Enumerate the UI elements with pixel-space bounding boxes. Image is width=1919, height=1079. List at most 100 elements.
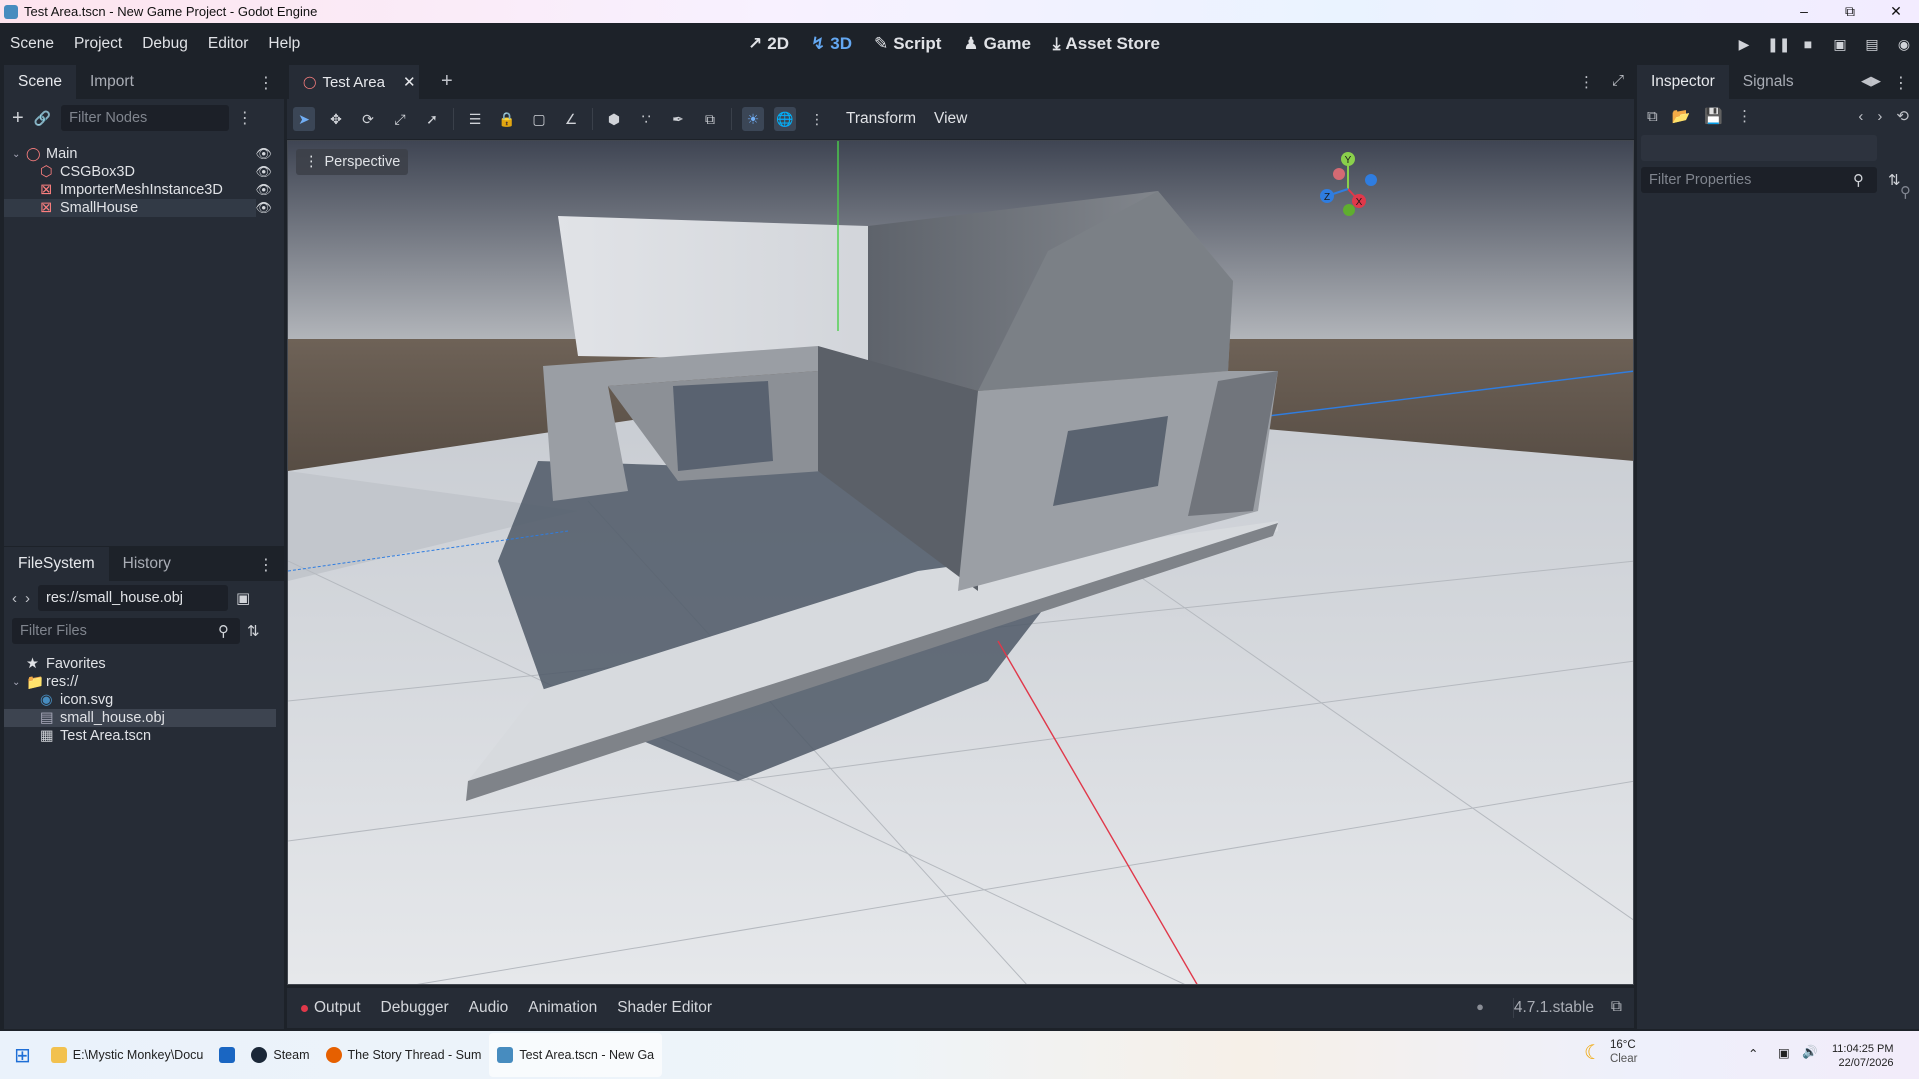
tab-filesystem[interactable]: FileSystem [4, 547, 109, 581]
view-gizmo[interactable]: Y X Z [1318, 151, 1388, 221]
visibility-eye-icon[interactable]: 👁 [255, 164, 272, 180]
new-tab-icon[interactable]: + [441, 70, 453, 93]
visibility-eye-icon[interactable]: 👁 [255, 200, 272, 216]
group-icon[interactable]: ▢ [528, 107, 550, 131]
filter-nodes-input[interactable]: Filter Nodes [61, 105, 230, 131]
tree-node-importer-mesh[interactable]: ⊠ ImporterMeshInstance3D 👁 [4, 181, 284, 199]
tab-audio[interactable]: Audio [469, 999, 509, 1017]
taskbar-firefox[interactable]: The Story Thread - Sum [318, 1033, 490, 1077]
scene-options-icon[interactable]: ⋮ [237, 108, 253, 128]
fs-item-favorites[interactable]: ★ Favorites [4, 655, 284, 673]
tab-signals[interactable]: Signals [1729, 65, 1808, 99]
run-current-scene-icon[interactable]: ▣ [1831, 36, 1849, 53]
menu-debug[interactable]: Debug [132, 35, 198, 53]
visibility-eye-icon[interactable]: 👁 [255, 182, 272, 198]
3d-viewport[interactable]: ⋮ Perspective Y X Z [287, 140, 1634, 985]
transform-menu[interactable]: Transform [846, 110, 916, 128]
menu-help[interactable]: Help [258, 35, 310, 53]
taskbar-steam[interactable]: Steam [243, 1033, 317, 1077]
menu-editor[interactable]: Editor [198, 35, 259, 53]
tab-shader-editor[interactable]: Shader Editor [617, 999, 712, 1017]
filter-properties-input[interactable]: Filter Properties [1641, 167, 1877, 193]
brush-icon[interactable]: ✒ [667, 107, 689, 131]
viewport-options-icon[interactable]: ⋮ [806, 107, 828, 131]
new-resource-icon[interactable]: ⧉ [1647, 108, 1658, 125]
fs-item-res-root[interactable]: ⌄ 📁 res:// [4, 673, 284, 691]
play-icon[interactable]: ▶ [1735, 36, 1753, 53]
fs-item-test-area-tscn[interactable]: ▦ Test Area.tscn [4, 727, 284, 745]
angle-icon[interactable]: ∠ [560, 107, 582, 131]
back-icon[interactable]: ‹ [12, 590, 17, 607]
tab-output[interactable]: Output [301, 999, 361, 1017]
history-back-icon[interactable]: ‹ [1858, 108, 1863, 125]
list-select-icon[interactable]: ➚ [421, 107, 443, 131]
tab-test-area[interactable]: ◯ Test Area ✕ [289, 65, 419, 99]
resource-options-icon[interactable]: ⋮ [1737, 107, 1752, 125]
save-resource-icon[interactable]: 💾 [1704, 107, 1723, 125]
tab-history[interactable]: History [109, 547, 185, 581]
sort-icon[interactable]: ⇅ [247, 622, 260, 640]
layout-toggle-icon[interactable]: ◀▶ [1861, 73, 1881, 89]
dock-menu-icon[interactable]: ⋮ [258, 555, 274, 575]
close-window-button[interactable]: ✕ [1873, 0, 1919, 23]
fs-item-small-house-obj[interactable]: ▤ small_house.obj [4, 709, 276, 727]
clock[interactable]: 11:04:25 PM 22/07/2026 [1832, 1042, 1894, 1070]
rotate-mode-icon[interactable]: ⟳ [357, 107, 379, 131]
snap-icon[interactable]: ∵ [635, 107, 657, 131]
dock-menu-icon[interactable]: ⋮ [1893, 73, 1909, 93]
mode-script-button[interactable]: ✎ Script [874, 34, 941, 54]
object-history-icon[interactable]: ⟲ [1896, 107, 1909, 125]
taskbar-outlook[interactable] [211, 1033, 243, 1077]
visibility-eye-icon[interactable]: 👁 [255, 146, 272, 162]
minimize-button[interactable]: – [1781, 0, 1827, 23]
run-custom-scene-icon[interactable]: ▤ [1863, 36, 1881, 53]
volume-icon[interactable]: 🔊 [1802, 1045, 1818, 1060]
path-field[interactable]: res://small_house.obj [38, 585, 228, 611]
move-mode-icon[interactable]: ✥ [325, 107, 347, 131]
tabs-menu-icon[interactable]: ⋮ [1579, 73, 1594, 91]
history-forward-icon[interactable]: › [1877, 108, 1882, 125]
environment-preview-icon[interactable]: 🌐 [774, 107, 796, 131]
select-mode-icon[interactable]: ➤ [293, 107, 315, 131]
view-menu[interactable]: View [934, 110, 967, 128]
network-icon[interactable]: ▣ [1778, 1045, 1790, 1060]
object-path-field[interactable] [1641, 135, 1877, 161]
windows-start-icon[interactable]: ⊞ [14, 1043, 31, 1068]
movie-maker-icon[interactable]: ◉ [1895, 36, 1913, 53]
tab-animation[interactable]: Animation [528, 999, 597, 1017]
stop-icon[interactable]: ■ [1799, 36, 1817, 52]
pin-panel-icon[interactable]: ⧉ [1611, 998, 1622, 1016]
mesh-tool-icon[interactable]: ⬢ [603, 107, 625, 131]
ruler-icon[interactable]: ☰ [464, 107, 486, 131]
weather-widget[interactable]: ☾ 16°C Clear [1584, 1038, 1637, 1066]
menu-project[interactable]: Project [64, 35, 132, 53]
sun-preview-icon[interactable]: ☀ [742, 107, 764, 131]
perspective-menu-button[interactable]: ⋮ Perspective [296, 149, 409, 175]
mode-3d-button[interactable]: ↯ 3D [811, 34, 852, 54]
mode-asset-store-button[interactable]: ⤓ Asset Store [1053, 34, 1160, 54]
pin-icon[interactable]: ⧉ [699, 107, 721, 131]
tab-scene[interactable]: Scene [4, 65, 76, 99]
open-resource-icon[interactable]: 📂 [1672, 107, 1691, 125]
tree-node-main[interactable]: ⌄ ◯ Main 👁 [4, 145, 284, 163]
dock-menu-icon[interactable]: ⋮ [258, 73, 274, 93]
object-search-icon[interactable]: ⚲ [1900, 183, 1911, 201]
tree-node-csgbox3d[interactable]: ⬡ CSGBox3D 👁 [4, 163, 284, 181]
chevron-up-icon[interactable]: ⌃ [1748, 1046, 1758, 1061]
restore-button[interactable]: ⧉ [1827, 0, 1873, 23]
distraction-free-icon[interactable]: ⤢ [1612, 72, 1624, 89]
fs-item-icon-svg[interactable]: ◉ icon.svg [4, 691, 284, 709]
add-node-icon[interactable]: + [12, 107, 24, 130]
taskbar-godot[interactable]: Test Area.tscn - New Ga [489, 1033, 663, 1077]
version-label[interactable]: 4.7.1.stable [1514, 999, 1594, 1017]
lock-icon[interactable]: 🔒 [496, 107, 518, 131]
menu-scene[interactable]: Scene [0, 35, 64, 53]
tab-debugger[interactable]: Debugger [381, 999, 449, 1017]
link-icon[interactable]: 🔗 [34, 110, 51, 127]
scale-mode-icon[interactable]: ⤢ [389, 107, 411, 131]
split-view-icon[interactable]: ▣ [236, 589, 250, 607]
taskbar-file-explorer[interactable]: E:\Mystic Monkey\Docu [43, 1033, 212, 1077]
mode-game-button[interactable]: ♟ Game [963, 34, 1031, 54]
property-filter-options-icon[interactable]: ⇅ [1888, 171, 1901, 189]
close-tab-icon[interactable]: ✕ [403, 73, 416, 91]
